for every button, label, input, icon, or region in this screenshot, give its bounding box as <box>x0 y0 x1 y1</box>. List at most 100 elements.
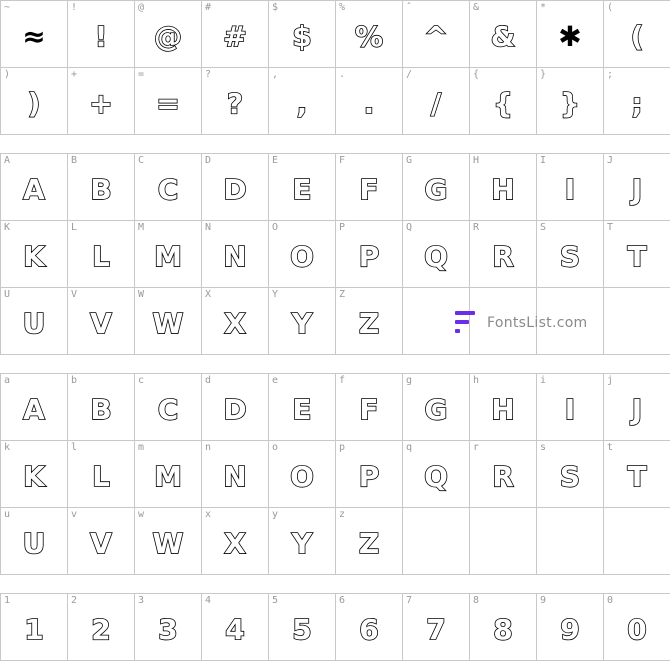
glyph-key-label: r <box>473 442 480 453</box>
glyph-sample: L <box>91 459 110 494</box>
glyph-cell: ~ ≈ <box>1 1 68 68</box>
glyph-sample: W <box>152 306 184 341</box>
glyph-cell: MM <box>135 221 202 288</box>
glyph-cell: FF <box>336 154 403 221</box>
glyph-sample: E <box>292 392 313 427</box>
glyph-key-label: 4 <box>205 595 212 606</box>
glyph-cell: 66 <box>336 594 403 661</box>
glyph-cell: II <box>537 154 604 221</box>
glyph-key-label: v <box>71 509 78 520</box>
glyph-cell: 99 <box>537 594 604 661</box>
glyph-sample: H <box>490 392 515 427</box>
glyph-cell: UU <box>1 288 68 355</box>
glyph-cell: !! <box>68 1 135 68</box>
glyph-cell: lL <box>68 441 135 508</box>
glyph-key-label: @ <box>138 2 145 13</box>
glyph-key-label: E <box>272 155 279 166</box>
glyph-key-label: ~ <box>4 2 11 13</box>
glyph-cell: RR <box>470 221 537 288</box>
glyph-key-label: Y <box>272 289 279 300</box>
glyph-cell: dD <box>202 374 269 441</box>
glyph-cell: pP <box>336 441 403 508</box>
glyph-key-label: 7 <box>406 595 413 606</box>
glyph-cell: )) <box>1 68 68 135</box>
glyph-cell: rR <box>470 441 537 508</box>
glyph-cell: KK <box>1 221 68 288</box>
glyph-key-label: F <box>339 155 346 166</box>
glyph-key-label: G <box>406 155 413 166</box>
lowercase-grid: aAbBcCdDeEfFgGhHiIjJkKlLmMnNoOpPqQrRsStT… <box>0 373 670 575</box>
glyph-cell: CC <box>135 154 202 221</box>
glyph-cell: ;; <box>604 68 670 135</box>
glyph-sample: M <box>153 459 182 494</box>
glyph-key-label: X <box>205 289 212 300</box>
glyph-sample: W <box>152 526 184 561</box>
glyph-key-label: = <box>138 69 145 80</box>
glyph-sample: 5 <box>291 612 312 647</box>
glyph-sample: D <box>223 172 248 207</box>
glyph-key-label: z <box>339 509 346 520</box>
glyph-sample: I <box>564 172 576 207</box>
glyph-cell: ZZ <box>336 288 403 355</box>
glyph-sample: R <box>491 459 514 494</box>
glyph-key-label: p <box>339 442 346 453</box>
glyph-key-label: s <box>540 442 547 453</box>
glyph-sample: E <box>292 172 313 207</box>
glyph-sample: X <box>223 306 246 341</box>
glyph-sample: @ <box>153 19 183 54</box>
glyph-key-label: Q <box>406 222 413 233</box>
glyph-cell: = = <box>135 68 202 135</box>
glyph-key-label: e <box>272 375 279 386</box>
glyph-key-label: / <box>406 69 413 80</box>
glyph-key-label: { <box>473 69 480 80</box>
glyph-sample: 9 <box>559 612 580 647</box>
glyph-cell: PP <box>336 221 403 288</box>
glyph-sample: R <box>491 239 514 274</box>
glyph-key-label: T <box>607 222 614 233</box>
glyph-key-label: ? <box>205 69 212 80</box>
glyph-key-label: c <box>138 375 145 386</box>
glyph-key-label: ˆ <box>406 2 413 13</box>
glyph-sample: 2 <box>90 612 111 647</box>
glyph-sample: $ <box>291 19 312 54</box>
glyph-sample: F <box>359 172 380 207</box>
glyph-cell: cC <box>135 374 202 441</box>
glyph-sample: # <box>222 19 247 54</box>
symbols-grid: ~ ≈!! @ @ # # $ $%% ˆ ^ & & * ✱(()) + + = =??,,.. / /{{}};; <box>0 0 670 135</box>
glyph-sample: K <box>22 459 45 494</box>
symbols-section: ~ ≈!! @ @ # # $ $%% ˆ ^ & & * ✱(()) + + = =??,,.. / /{{}};; <box>0 0 670 135</box>
glyph-cell: iI <box>537 374 604 441</box>
empty-cell <box>604 288 670 355</box>
glyph-sample: I <box>564 392 576 427</box>
watermark-text: FontsList.com <box>487 315 588 331</box>
glyph-sample: Y <box>291 526 313 561</box>
glyph-key-label: 3 <box>138 595 145 606</box>
glyph-sample: B <box>90 172 113 207</box>
glyph-key-label: h <box>473 375 480 386</box>
glyph-sample: V <box>89 306 112 341</box>
glyph-sample: F <box>359 392 380 427</box>
glyph-key-label: 5 <box>272 595 279 606</box>
glyph-key-label: * <box>540 2 547 13</box>
glyph-sample: D <box>223 392 248 427</box>
glyph-cell: mM <box>135 441 202 508</box>
glyph-key-label: L <box>71 222 78 233</box>
glyph-key-label: d <box>205 375 212 386</box>
glyph-sample: A <box>22 392 45 427</box>
glyph-cell: WW <box>135 288 202 355</box>
glyph-cell: 33 <box>135 594 202 661</box>
glyph-sample: U <box>22 526 46 561</box>
glyph-cell: QQ <box>403 221 470 288</box>
glyph-sample: Q <box>423 459 448 494</box>
glyph-sample: Z <box>358 306 380 341</box>
digits-section: 11223344556677889900 <box>0 593 670 661</box>
glyph-cell: # # <box>202 1 269 68</box>
glyph-key-label: o <box>272 442 279 453</box>
glyph-key-label: 0 <box>607 595 614 606</box>
glyph-cell: EE <box>269 154 336 221</box>
glyph-key-label: + <box>71 69 78 80</box>
glyph-cell: YY <box>269 288 336 355</box>
glyph-key-label: . <box>339 69 346 80</box>
glyph-sample: & <box>490 19 516 54</box>
glyph-cell: xX <box>202 508 269 575</box>
